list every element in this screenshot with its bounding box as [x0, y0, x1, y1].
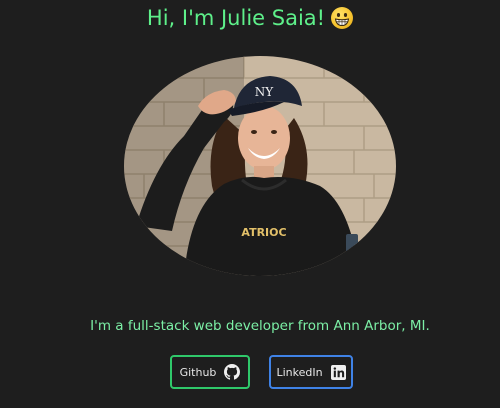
tagline: I'm a full-stack web developer from Ann … — [90, 318, 430, 334]
linkedin-icon — [330, 364, 346, 380]
grinning-face-icon — [331, 7, 354, 29]
svg-text:ATRIOC: ATRIOC — [241, 226, 286, 239]
profile-photo: NY ATRIOC — [124, 56, 396, 276]
page-title: Hi, I'm Julie Saia! — [0, 6, 500, 30]
linkedin-label: LinkedIn — [276, 365, 323, 379]
svg-text:NY: NY — [255, 85, 275, 99]
page-title-text: Hi, I'm Julie Saia! — [146, 6, 326, 30]
linkedin-button[interactable]: LinkedIn — [269, 355, 353, 389]
github-icon — [224, 364, 241, 380]
github-button[interactable]: Github — [170, 355, 250, 389]
github-label: Github — [179, 365, 217, 379]
